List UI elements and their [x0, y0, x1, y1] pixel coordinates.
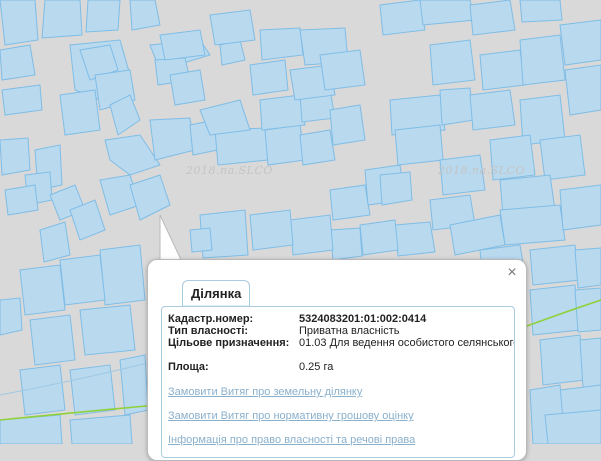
land-parcel[interactable]: [329, 184, 371, 221]
land-parcel[interactable]: [85, 0, 121, 33]
field-label: Площа:: [168, 361, 209, 373]
land-parcel[interactable]: [419, 0, 476, 26]
land-parcel[interactable]: [469, 0, 516, 36]
land-parcel[interactable]: [299, 129, 336, 166]
land-parcel[interactable]: [539, 134, 586, 181]
land-parcel[interactable]: [574, 247, 601, 289]
order-valuation-extract-link[interactable]: Замовити Витяг про нормативну грошову оц…: [168, 410, 414, 422]
land-parcel[interactable]: [259, 27, 304, 61]
land-parcel[interactable]: [0, 0, 39, 46]
land-parcel[interactable]: [79, 304, 136, 356]
land-parcel[interactable]: [4, 184, 39, 216]
land-parcel[interactable]: [579, 337, 601, 389]
land-parcel[interactable]: [394, 221, 436, 257]
land-parcel[interactable]: [429, 39, 476, 86]
field-value: 5324083201:01:002:0414: [299, 313, 427, 325]
watermark: 2018.na.SLCO: [438, 164, 525, 177]
field-label: Тип власності:: [168, 325, 249, 337]
land-parcel[interactable]: [41, 0, 83, 39]
field-label: Кадастр.номер:: [168, 313, 254, 325]
land-parcel[interactable]: [1, 84, 43, 116]
land-parcel[interactable]: [329, 227, 363, 261]
land-parcel[interactable]: [169, 69, 206, 106]
land-parcel[interactable]: [39, 221, 71, 263]
close-icon[interactable]: ×: [503, 264, 521, 282]
tab-parcel[interactable]: Ділянка: [182, 280, 251, 306]
land-parcel[interactable]: [379, 171, 413, 206]
land-parcel[interactable]: [189, 227, 213, 253]
land-parcel[interactable]: [559, 184, 601, 231]
land-parcel[interactable]: [19, 264, 66, 316]
land-parcel[interactable]: [99, 244, 146, 306]
land-parcel[interactable]: [379, 0, 426, 36]
land-parcel[interactable]: [149, 117, 196, 161]
field-value: 01.03 Для ведення особистого селянського…: [299, 337, 515, 349]
land-parcel[interactable]: [59, 89, 101, 136]
order-parcel-extract-link[interactable]: Замовити Витяг про земельну ділянку: [168, 386, 362, 398]
land-parcel[interactable]: [469, 89, 516, 131]
land-parcel[interactable]: [559, 19, 601, 66]
land-parcel[interactable]: [129, 0, 161, 31]
field-label: Цільове призначення:: [168, 337, 290, 349]
parcel-details-panel: Кадастр.номер: 5324083201:01:002:0414 Ти…: [161, 306, 515, 458]
land-parcel[interactable]: [289, 214, 334, 256]
land-parcel[interactable]: [359, 219, 399, 256]
land-parcel[interactable]: [329, 104, 366, 146]
land-parcel[interactable]: [29, 314, 76, 366]
land-parcel[interactable]: [394, 124, 444, 166]
land-parcel[interactable]: [519, 0, 563, 23]
land-parcel[interactable]: [264, 124, 306, 166]
land-parcel[interactable]: [319, 49, 366, 91]
land-parcel[interactable]: [499, 204, 566, 246]
ownership-info-link[interactable]: Інформація про право власності та речові…: [168, 434, 415, 446]
land-parcel[interactable]: [69, 414, 133, 444]
land-parcel[interactable]: [519, 34, 566, 86]
land-parcel[interactable]: [529, 244, 581, 286]
watermark: 2018.na.SLCO: [186, 164, 273, 177]
land-parcel[interactable]: [564, 64, 601, 116]
field-value: Приватна власність: [299, 325, 400, 337]
land-parcel[interactable]: [544, 409, 601, 444]
land-parcel[interactable]: [59, 254, 106, 306]
land-parcel[interactable]: [159, 29, 206, 61]
land-parcel[interactable]: [479, 49, 526, 91]
land-parcel[interactable]: [209, 9, 256, 46]
land-parcel[interactable]: [0, 297, 23, 336]
land-parcel[interactable]: [199, 99, 251, 136]
land-parcel[interactable]: [0, 44, 36, 81]
land-parcel[interactable]: [104, 134, 161, 176]
land-parcel[interactable]: [539, 334, 586, 386]
field-value: 0.25 га: [299, 361, 334, 373]
land-parcel[interactable]: [249, 209, 294, 251]
land-parcel[interactable]: [574, 287, 601, 333]
land-parcel[interactable]: [249, 59, 289, 96]
parcel-info-popup: × Ділянка Кадастр.номер: 5324083201:01:0…: [147, 259, 527, 461]
land-parcel[interactable]: [439, 87, 475, 126]
land-parcel[interactable]: [259, 94, 306, 131]
land-parcel[interactable]: [129, 174, 171, 221]
land-parcel[interactable]: [0, 137, 31, 176]
